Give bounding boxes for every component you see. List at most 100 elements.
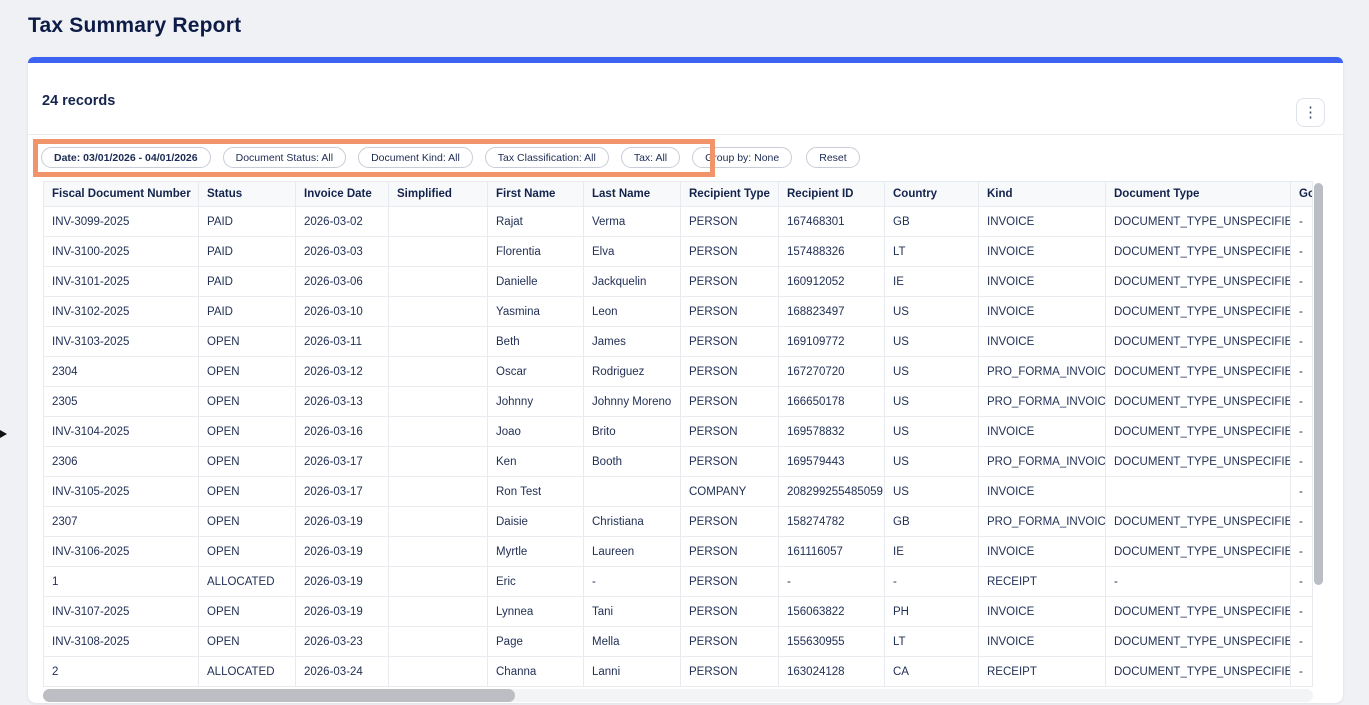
table-cell: Joao <box>488 417 584 447</box>
table-cell: 2026-03-24 <box>296 657 389 687</box>
table-cell: Mella <box>584 627 681 657</box>
table-cell: 2026-03-11 <box>296 327 389 357</box>
table-cell: - <box>885 567 979 597</box>
horizontal-scrollbar-thumb[interactable] <box>43 689 515 702</box>
column-header-8: Country <box>885 182 979 207</box>
table-cell: Elva <box>584 237 681 267</box>
table-cell: INVOICE <box>979 477 1106 507</box>
more-options-button[interactable]: ⋮ <box>1296 98 1325 127</box>
table-cell <box>389 657 488 687</box>
table-row[interactable]: 1ALLOCATED2026-03-19Eric-PERSON--RECEIPT… <box>44 567 1313 597</box>
table-cell: INVOICE <box>979 597 1106 627</box>
table-cell: DOCUMENT_TYPE_UNSPECIFIED <box>1106 447 1291 477</box>
table-cell: PAID <box>199 267 296 297</box>
filter-chip-2[interactable]: Document Kind: All <box>358 147 473 168</box>
table-cell: PERSON <box>681 297 779 327</box>
table-cell: RECEIPT <box>979 567 1106 597</box>
page-title: Tax Summary Report <box>28 14 241 38</box>
table-cell: 169579443 <box>779 447 885 477</box>
table-cell: Jackquelin <box>584 267 681 297</box>
column-header-7: Recipient ID <box>779 182 885 207</box>
table-cell: PERSON <box>681 237 779 267</box>
table-cell: - <box>1291 537 1313 567</box>
table-cell <box>389 417 488 447</box>
table-row[interactable]: 2306OPEN2026-03-17KenBoothPERSON16957944… <box>44 447 1313 477</box>
table-cell: PAID <box>199 237 296 267</box>
table-cell: US <box>885 477 979 507</box>
table-cell: DOCUMENT_TYPE_UNSPECIFIED <box>1106 207 1291 237</box>
table-cell <box>389 447 488 477</box>
table-cell: 2026-03-19 <box>296 507 389 537</box>
table-cell: PERSON <box>681 537 779 567</box>
table-cell: OPEN <box>199 327 296 357</box>
table-cell: - <box>1291 267 1313 297</box>
table-cell: INVOICE <box>979 297 1106 327</box>
table-cell: PAID <box>199 297 296 327</box>
reset-filters-button[interactable]: Reset <box>806 147 859 168</box>
table-cell: 2304 <box>44 357 199 387</box>
table-cell: 2026-03-13 <box>296 387 389 417</box>
filter-chip-4[interactable]: Tax: All <box>621 147 680 168</box>
table-row[interactable]: 2304OPEN2026-03-12OscarRodriguezPERSON16… <box>44 357 1313 387</box>
table-cell: Lynnea <box>488 597 584 627</box>
table-row[interactable]: INV-3104-2025OPEN2026-03-16JoaoBritoPERS… <box>44 417 1313 447</box>
table-row[interactable]: 2305OPEN2026-03-13JohnnyJohnny MorenoPER… <box>44 387 1313 417</box>
table-cell: 2306 <box>44 447 199 477</box>
table-cell: OPEN <box>199 477 296 507</box>
column-header-1: Status <box>199 182 296 207</box>
table-cell <box>389 627 488 657</box>
table-row[interactable]: INV-3099-2025PAID2026-03-02RajatVermaPER… <box>44 207 1313 237</box>
table-cell: 2026-03-17 <box>296 447 389 477</box>
table-row[interactable]: INV-3100-2025PAID2026-03-03FlorentiaElva… <box>44 237 1313 267</box>
filter-chip-0[interactable]: Date: 03/01/2026 - 04/01/2026 <box>41 147 211 168</box>
table-cell: LT <box>885 627 979 657</box>
table-cell: 2026-03-23 <box>296 627 389 657</box>
table-cell: INVOICE <box>979 417 1106 447</box>
table-row[interactable]: 2307OPEN2026-03-19DaisieChristianaPERSON… <box>44 507 1313 537</box>
table-cell <box>584 477 681 507</box>
table-cell: OPEN <box>199 357 296 387</box>
table-cell: Christiana <box>584 507 681 537</box>
column-header-2: Invoice Date <box>296 182 389 207</box>
table-row[interactable]: INV-3106-2025OPEN2026-03-19MyrtleLaureen… <box>44 537 1313 567</box>
table-cell: OPEN <box>199 537 296 567</box>
table-cell: US <box>885 417 979 447</box>
table-cell: Rajat <box>488 207 584 237</box>
table-cell: INVOICE <box>979 237 1106 267</box>
table-cell: Myrtle <box>488 537 584 567</box>
table-cell: GB <box>885 507 979 537</box>
table-row[interactable]: INV-3101-2025PAID2026-03-06DanielleJackq… <box>44 267 1313 297</box>
table-row[interactable]: INV-3107-2025OPEN2026-03-19LynneaTaniPER… <box>44 597 1313 627</box>
table-cell <box>389 387 488 417</box>
column-header-3: Simplified <box>389 182 488 207</box>
table-cell: PRO_FORMA_INVOICE <box>979 507 1106 537</box>
table-row[interactable]: INV-3108-2025OPEN2026-03-23PageMellaPERS… <box>44 627 1313 657</box>
table-row[interactable]: INV-3105-2025OPEN2026-03-17Ron TestCOMPA… <box>44 477 1313 507</box>
table-cell: DOCUMENT_TYPE_UNSPECIFIED <box>1106 537 1291 567</box>
table-cell: US <box>885 447 979 477</box>
vertical-scrollbar-thumb[interactable] <box>1314 183 1323 585</box>
table-row[interactable]: INV-3103-2025OPEN2026-03-11BethJamesPERS… <box>44 327 1313 357</box>
header-divider <box>28 134 1343 135</box>
table-cell: PERSON <box>681 387 779 417</box>
table-cell: Oscar <box>488 357 584 387</box>
table-cell: - <box>1291 357 1313 387</box>
filter-chip-5[interactable]: Group by: None <box>692 147 792 168</box>
filter-chip-3[interactable]: Tax Classification: All <box>485 147 609 168</box>
table-cell: PERSON <box>681 567 779 597</box>
table-cell: DOCUMENT_TYPE_UNSPECIFIED <box>1106 387 1291 417</box>
table-cell: 158274782 <box>779 507 885 537</box>
table-row[interactable]: 2ALLOCATED2026-03-24ChannaLanniPERSON163… <box>44 657 1313 687</box>
horizontal-scrollbar-track[interactable] <box>43 689 1313 702</box>
table-cell: - <box>1291 387 1313 417</box>
filter-chip-1[interactable]: Document Status: All <box>223 147 346 168</box>
table-cell: - <box>1291 567 1313 597</box>
table-cell: PERSON <box>681 657 779 687</box>
records-count: 24 records <box>42 93 115 109</box>
table-cell: DOCUMENT_TYPE_UNSPECIFIED <box>1106 267 1291 297</box>
table-row[interactable]: INV-3102-2025PAID2026-03-10YasminaLeonPE… <box>44 297 1313 327</box>
table-cell: RECEIPT <box>979 657 1106 687</box>
table-cell: 167270720 <box>779 357 885 387</box>
table-cell <box>389 357 488 387</box>
table-cell: PERSON <box>681 267 779 297</box>
